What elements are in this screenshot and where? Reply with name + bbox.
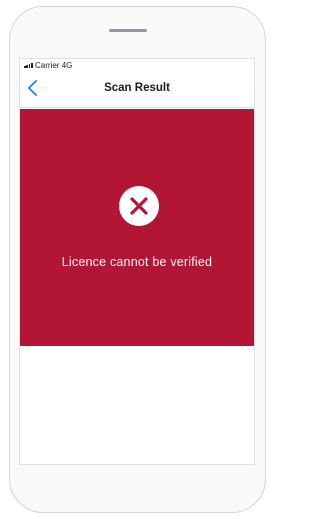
- carrier-name: Carrier: [35, 61, 60, 70]
- result-message: Licence cannot be verified: [61, 255, 213, 269]
- close-circle-icon: [119, 186, 159, 226]
- page-title: Scan Result: [104, 82, 170, 94]
- result-panel: [20, 109, 254, 346]
- carrier-label: Carrier 4G: [35, 59, 72, 72]
- status-bar: Carrier 4G: [20, 59, 254, 72]
- app-screen: Carrier 4G Scan Result Licence cannot be…: [19, 58, 255, 465]
- speaker-grille: [109, 29, 147, 32]
- network-type: 4G: [61, 61, 73, 70]
- signal-strength-icon: [24, 63, 33, 68]
- navigation-bar: Scan Result: [20, 72, 254, 108]
